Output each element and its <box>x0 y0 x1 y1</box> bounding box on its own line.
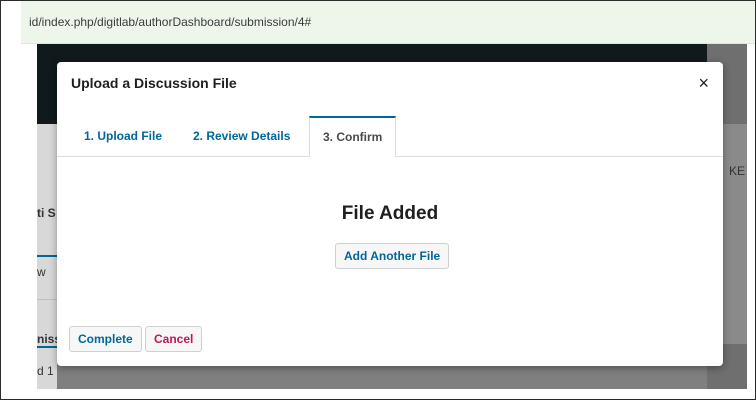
background-text-fragment: w <box>37 265 46 279</box>
background-divider <box>37 299 57 300</box>
background-accent-line <box>37 346 57 348</box>
address-bar[interactable]: id/index.php/digitlab/authorDashboard/su… <box>21 1 755 44</box>
tab-confirm[interactable]: 3. Confirm <box>309 116 397 157</box>
url-text[interactable]: id/index.php/digitlab/authorDashboard/su… <box>29 15 311 29</box>
modal-title: Upload a Discussion File <box>71 75 237 91</box>
background-sidebar: ti S w niss d 1 <box>37 124 61 389</box>
add-another-file-button[interactable]: Add Another File <box>335 243 450 269</box>
complete-button[interactable]: Complete <box>69 326 142 352</box>
screenshot-frame: id/index.php/digitlab/authorDashboard/su… <box>0 0 756 400</box>
close-icon[interactable]: × <box>698 74 709 92</box>
wizard-tabs: 1. Upload File 2. Review Details 3. Conf… <box>57 116 723 157</box>
background-text-fragment: ti S <box>37 206 56 220</box>
tab-review-details[interactable]: 2. Review Details <box>193 116 290 156</box>
cancel-button[interactable]: Cancel <box>145 326 203 352</box>
background-accent-line <box>37 255 57 257</box>
background-text-fragment: d 1 <box>37 364 54 378</box>
file-added-heading: File Added <box>341 203 439 224</box>
upload-discussion-file-modal: Upload a Discussion File × 1. Upload Fil… <box>57 62 723 366</box>
tab-upload-file[interactable]: 1. Upload File <box>84 116 162 156</box>
background-text-fragment: KE <box>728 164 745 178</box>
